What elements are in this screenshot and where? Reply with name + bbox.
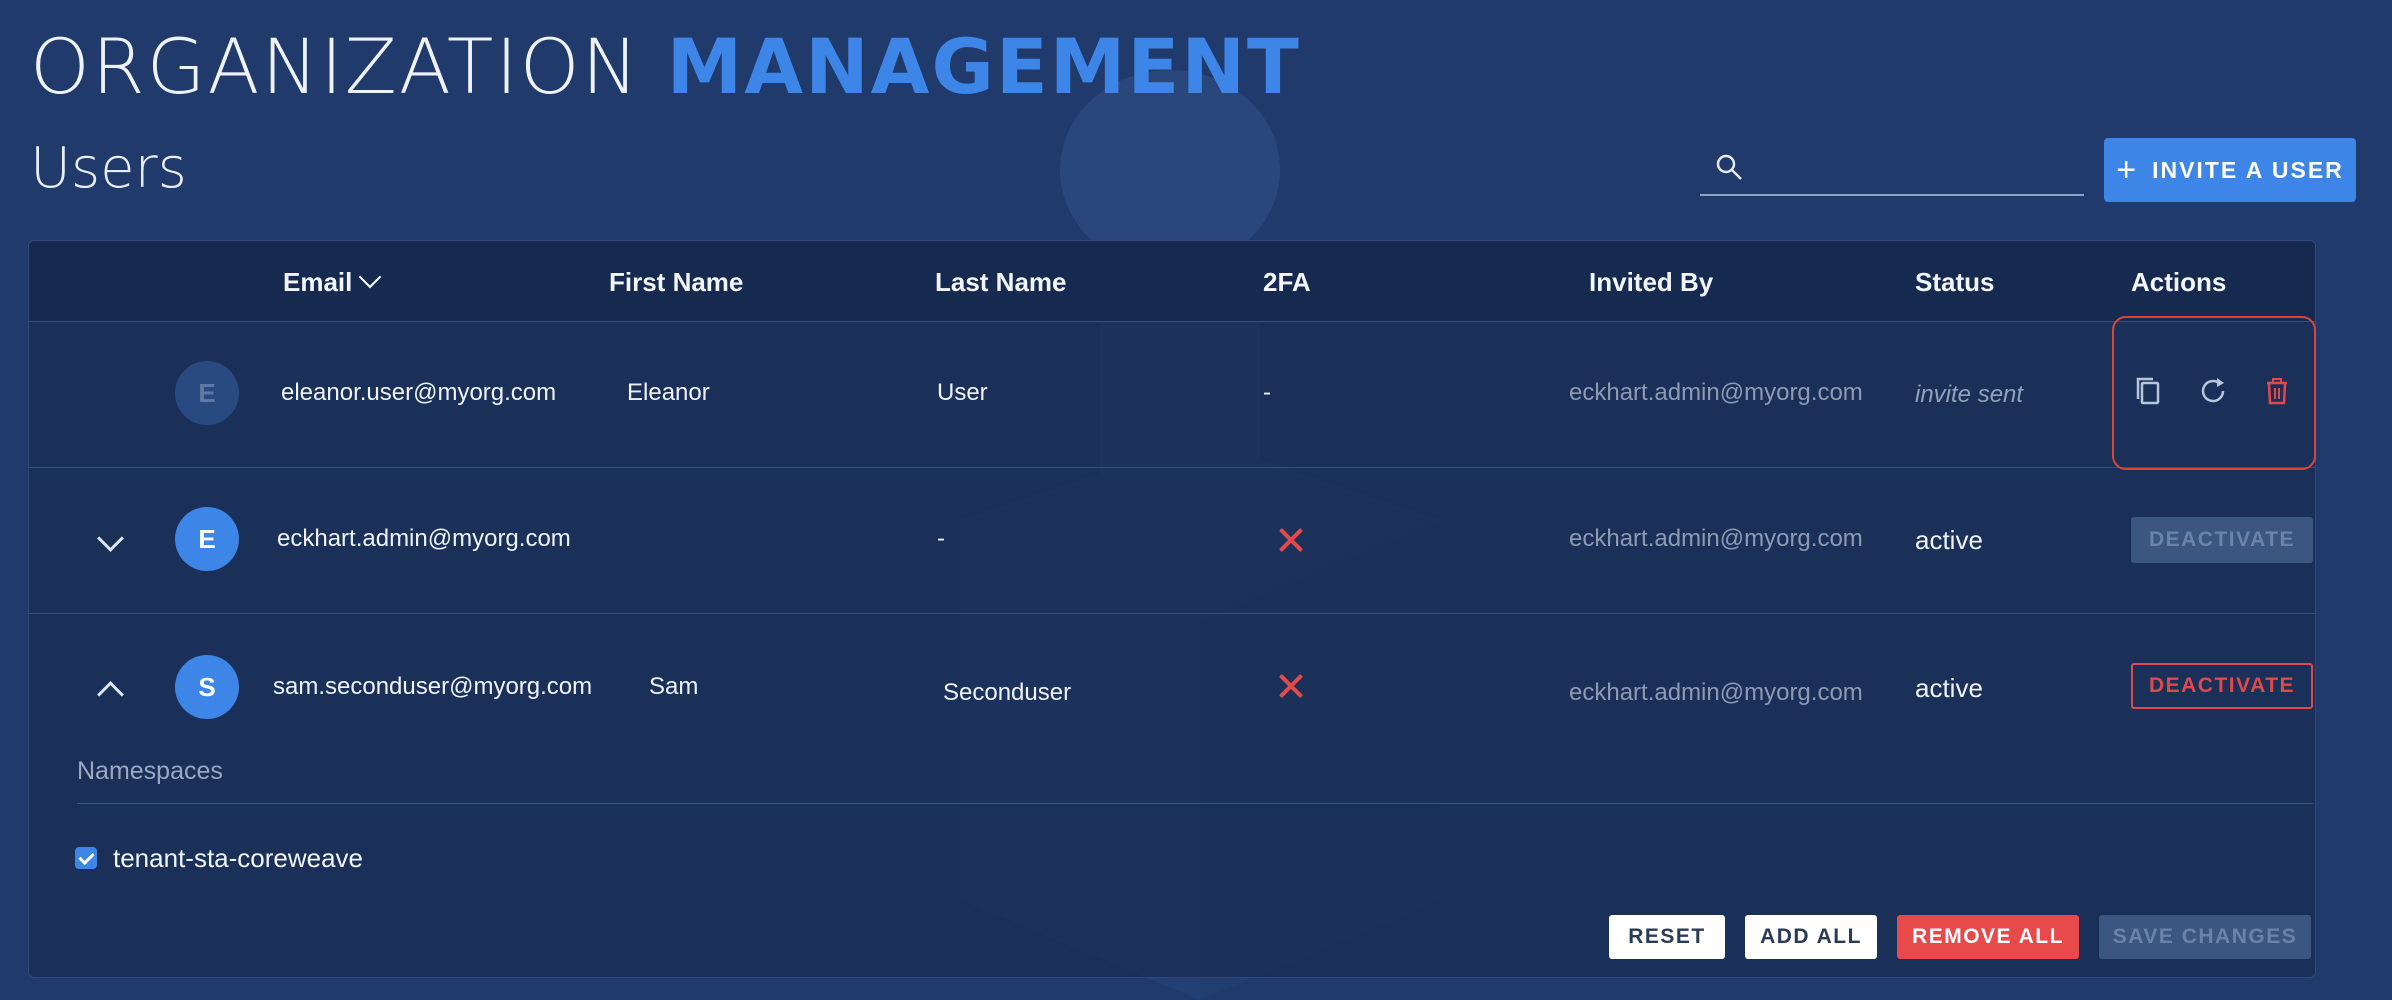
users-table: Email First Name Last Name 2FA Invited B… bbox=[28, 240, 2316, 978]
column-header-actions: Actions bbox=[2131, 267, 2227, 297]
namespace-checkbox[interactable] bbox=[75, 847, 97, 869]
x-icon bbox=[1277, 673, 1303, 699]
reset-button[interactable]: RESET bbox=[1609, 915, 1725, 959]
avatar: E bbox=[175, 361, 239, 425]
actions-highlight bbox=[2112, 316, 2316, 470]
row-first-name: Eleanor bbox=[627, 379, 710, 406]
invite-user-label: INVITE A USER bbox=[2152, 156, 2344, 183]
column-header-email[interactable]: Email bbox=[283, 265, 382, 298]
copy-icon[interactable] bbox=[2132, 374, 2166, 408]
section-title: Users bbox=[30, 136, 187, 201]
search-icon bbox=[1716, 154, 1742, 180]
expand-row-chevron-down-icon[interactable] bbox=[91, 523, 131, 563]
invite-user-button[interactable]: + INVITE A USER bbox=[2104, 138, 2356, 202]
table-row: E eleanor.user@myorg.com Eleanor User - … bbox=[29, 321, 2315, 468]
row-last-name: - bbox=[937, 525, 945, 552]
deactivate-button-disabled[interactable]: DEACTIVATE bbox=[2131, 517, 2313, 563]
namespaces-label: Namespaces bbox=[77, 757, 223, 785]
refresh-icon[interactable] bbox=[2196, 374, 2230, 408]
page-title-primary: ORGANIZATION bbox=[30, 22, 641, 111]
row-status: active bbox=[1915, 673, 1983, 703]
row-invited-by: eckhart.admin@myorg.com bbox=[1569, 679, 1863, 706]
page-title: ORGANIZATION MANAGEMENT bbox=[30, 22, 1301, 111]
deactivate-button[interactable]: DEACTIVATE bbox=[2131, 663, 2313, 709]
column-header-first-name[interactable]: First Name bbox=[609, 267, 743, 298]
row-last-name: Seconduser bbox=[943, 679, 1072, 706]
x-icon bbox=[1277, 527, 1303, 553]
plus-icon: + bbox=[2116, 151, 2139, 189]
row-email: sam.seconduser@myorg.com bbox=[273, 673, 593, 700]
row-email: eckhart.admin@myorg.com bbox=[277, 525, 571, 552]
column-header-2fa[interactable]: 2FA bbox=[1263, 267, 1311, 298]
table-row: E eckhart.admin@myorg.com - eckhart.admi… bbox=[29, 467, 2315, 614]
column-header-email-label: Email bbox=[283, 267, 353, 297]
chevron-down-icon bbox=[359, 265, 382, 289]
trash-icon[interactable] bbox=[2260, 374, 2294, 408]
page-title-accent: MANAGEMENT bbox=[666, 22, 1301, 111]
collapse-row-chevron-up-icon[interactable] bbox=[91, 669, 131, 709]
row-status: invite sent bbox=[1915, 381, 2024, 408]
save-changes-button[interactable]: SAVE CHANGES bbox=[2099, 915, 2311, 959]
row-last-name: User bbox=[937, 379, 988, 406]
row-email: eleanor.user@myorg.com bbox=[281, 379, 557, 406]
search-input[interactable] bbox=[1760, 148, 2074, 190]
search-box bbox=[1700, 142, 2084, 196]
table-header: Email First Name Last Name 2FA Invited B… bbox=[29, 241, 2315, 322]
row-2fa: - bbox=[1263, 379, 1271, 406]
namespace-item-label: tenant-sta-coreweave bbox=[113, 843, 364, 873]
row-invited-by: eckhart.admin@myorg.com bbox=[1569, 525, 1863, 552]
add-all-button[interactable]: ADD ALL bbox=[1745, 915, 1877, 959]
column-header-last-name[interactable]: Last Name bbox=[935, 267, 1067, 298]
row-status: active bbox=[1915, 525, 1983, 555]
divider bbox=[77, 803, 2313, 804]
avatar: E bbox=[175, 507, 239, 571]
remove-all-button[interactable]: REMOVE ALL bbox=[1897, 915, 2079, 959]
column-header-invited-by[interactable]: Invited By bbox=[1589, 267, 1713, 298]
row-first-name: Sam bbox=[649, 673, 699, 700]
column-header-status[interactable]: Status bbox=[1915, 267, 1994, 298]
row-invited-by: eckhart.admin@myorg.com bbox=[1569, 379, 1863, 406]
avatar: S bbox=[175, 655, 239, 719]
